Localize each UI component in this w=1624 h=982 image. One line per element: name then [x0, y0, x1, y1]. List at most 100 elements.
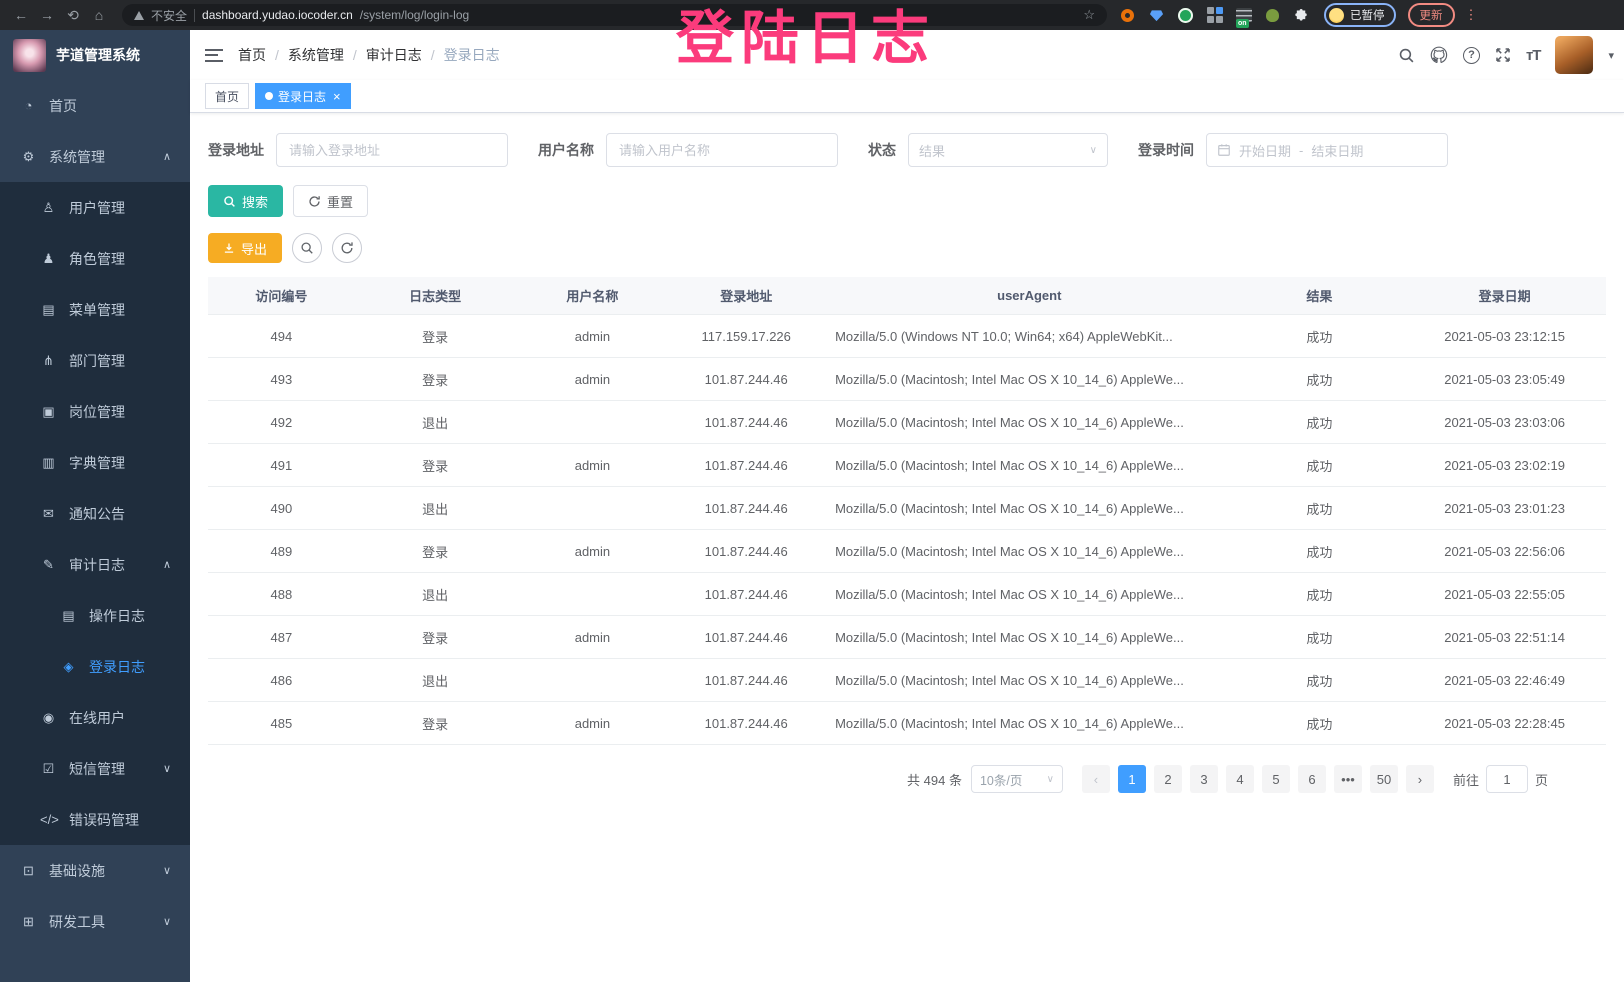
bookmark-star-icon[interactable]: ☆	[1083, 7, 1095, 23]
page-button-4[interactable]: 4	[1226, 765, 1254, 793]
dev-tools-icon: ⊞	[20, 914, 37, 930]
page-size-select[interactable]: 10条/页 ∨	[971, 765, 1063, 793]
sidebar-item-error-codes[interactable]: </>错误码管理	[0, 794, 190, 845]
sidebar-item-operation-log[interactable]: ▤操作日志	[0, 590, 190, 641]
reset-button[interactable]: 重置	[293, 185, 368, 217]
github-icon[interactable]	[1430, 46, 1448, 64]
sidebar-item-sms[interactable]: ☑短信管理∨	[0, 743, 190, 794]
table-row[interactable]: 490退出101.87.244.46Mozilla/5.0 (Macintosh…	[208, 487, 1606, 530]
column-header[interactable]: 登录日期	[1403, 286, 1606, 305]
browser-profile-chip[interactable]: 已暂停	[1324, 3, 1396, 27]
sidebar-item-menus[interactable]: ▤菜单管理	[0, 284, 190, 335]
close-icon[interactable]: ×	[333, 89, 341, 104]
search-icon	[223, 195, 236, 208]
sidebar-item-dicts[interactable]: ▥字典管理	[0, 437, 190, 488]
page-content: 登录地址 用户名称 状态 结果 ∨ 登录时间	[190, 113, 1624, 982]
font-size-icon[interactable]: тT	[1526, 47, 1541, 64]
column-header[interactable]: 登录地址	[669, 286, 823, 305]
table-row[interactable]: 486退出101.87.244.46Mozilla/5.0 (Macintosh…	[208, 659, 1606, 702]
table-cell: Mozilla/5.0 (Macintosh; Intel Mac OS X 1…	[823, 587, 1235, 602]
fullscreen-icon[interactable]	[1495, 47, 1511, 63]
caret-down-icon[interactable]: ▾	[1608, 49, 1614, 62]
sidebar-item-notices[interactable]: ✉通知公告	[0, 488, 190, 539]
breadcrumb-item[interactable]: 审计日志	[366, 45, 422, 65]
sidebar-toggle-icon[interactable]	[190, 45, 238, 65]
browser-back-icon[interactable]: ←	[10, 7, 32, 23]
column-header[interactable]: 日志类型	[355, 286, 516, 305]
table-cell: 退出	[355, 413, 516, 432]
export-button[interactable]: 导出	[208, 233, 282, 263]
extension-list-icon[interactable]: on	[1235, 7, 1252, 24]
table-cell: 成功	[1235, 456, 1403, 475]
table-cell: 493	[208, 372, 355, 387]
page-button-5[interactable]: 5	[1262, 765, 1290, 793]
username-input[interactable]	[606, 133, 838, 167]
page-button-3[interactable]: 3	[1190, 765, 1218, 793]
extension-grid-icon[interactable]	[1206, 7, 1223, 24]
goto-page-input[interactable]	[1486, 765, 1528, 793]
table-row[interactable]: 493登录admin101.87.244.46Mozilla/5.0 (Maci…	[208, 358, 1606, 401]
sidebar-item-login-log[interactable]: ◈登录日志	[0, 641, 190, 692]
sidebar-item-system[interactable]: ⚙系统管理∧	[0, 131, 190, 182]
status-select[interactable]: 结果 ∨	[908, 133, 1108, 167]
browser-menu-icon[interactable]: ⋮	[1465, 7, 1478, 23]
tab-home[interactable]: 首页	[205, 83, 249, 109]
browser-update-button[interactable]: 更新	[1408, 3, 1455, 27]
prev-page-button[interactable]: ‹	[1082, 765, 1110, 793]
sidebar-item-dev-tools[interactable]: ⊞研发工具∨	[0, 896, 190, 947]
search-icon[interactable]	[1398, 47, 1415, 64]
table-row[interactable]: 487登录admin101.87.244.46Mozilla/5.0 (Maci…	[208, 616, 1606, 659]
table-row[interactable]: 488退出101.87.244.46Mozilla/5.0 (Macintosh…	[208, 573, 1606, 616]
page-button-2[interactable]: 2	[1154, 765, 1182, 793]
browser-forward-icon[interactable]: →	[36, 7, 58, 23]
search-button[interactable]: 搜索	[208, 185, 283, 217]
browser-home-icon[interactable]: ⌂	[88, 7, 110, 23]
next-page-button[interactable]: ›	[1406, 765, 1434, 793]
help-icon[interactable]: ?	[1463, 47, 1480, 64]
extension-green-icon[interactable]	[1177, 7, 1194, 24]
login-time-label: 登录时间	[1138, 140, 1194, 160]
tab-login-log[interactable]: 登录日志×	[255, 83, 351, 109]
sidebar-item-label: 研发工具	[49, 912, 105, 932]
column-header[interactable]: userAgent	[823, 288, 1235, 303]
user-avatar[interactable]	[1555, 36, 1593, 74]
extension-orange-icon[interactable]	[1119, 7, 1136, 24]
hide-search-button[interactable]	[292, 233, 322, 263]
address-bar[interactable]: 不安全 dashboard.yudao.iocoder.cn /system/l…	[122, 4, 1107, 26]
breadcrumb-item[interactable]: 首页	[238, 45, 266, 65]
breadcrumb-item[interactable]: 系统管理	[288, 45, 344, 65]
extensions-puzzle-icon[interactable]	[1293, 7, 1310, 24]
table-cell: 117.159.17.226	[669, 329, 823, 344]
sidebar-item-audit-logs[interactable]: ✎审计日志∧	[0, 539, 190, 590]
sidebar-item-home[interactable]: ◔首页	[0, 80, 190, 131]
extension-gem-icon[interactable]	[1148, 7, 1165, 24]
sidebar-item-roles[interactable]: ♟角色管理	[0, 233, 190, 284]
more-pages-button[interactable]: •••	[1334, 765, 1362, 793]
column-header[interactable]: 结果	[1235, 286, 1403, 305]
posts-icon: ▣	[40, 404, 57, 420]
table-row[interactable]: 491登录admin101.87.244.46Mozilla/5.0 (Maci…	[208, 444, 1606, 487]
login-address-input[interactable]	[276, 133, 508, 167]
browser-reload-icon[interactable]: ⟲	[62, 7, 84, 24]
table-cell: 退出	[355, 585, 516, 604]
sidebar-item-posts[interactable]: ▣岗位管理	[0, 386, 190, 437]
sidebar-item-users[interactable]: ♙用户管理	[0, 182, 190, 233]
page-button-6[interactable]: 6	[1298, 765, 1326, 793]
sidebar-item-infrastructure[interactable]: ⊡基础设施∨	[0, 845, 190, 896]
sidebar-item-departments[interactable]: ⋔部门管理	[0, 335, 190, 386]
extension-bug-icon[interactable]	[1264, 7, 1281, 24]
table-row[interactable]: 492退出101.87.244.46Mozilla/5.0 (Macintosh…	[208, 401, 1606, 444]
date-range-picker[interactable]: 开始日期 - 结束日期	[1206, 133, 1448, 167]
page-button-1[interactable]: 1	[1118, 765, 1146, 793]
table-row[interactable]: 489登录admin101.87.244.46Mozilla/5.0 (Maci…	[208, 530, 1606, 573]
column-header[interactable]: 访问编号	[208, 286, 355, 305]
table-row[interactable]: 485登录admin101.87.244.46Mozilla/5.0 (Maci…	[208, 702, 1606, 745]
table-row[interactable]: 494登录admin117.159.17.226Mozilla/5.0 (Win…	[208, 315, 1606, 358]
security-label: 不安全	[151, 7, 187, 24]
app-logo-area[interactable]: 芋道管理系统	[0, 30, 190, 80]
sidebar-item-label: 用户管理	[69, 198, 125, 218]
sidebar-item-online-users[interactable]: ◉在线用户	[0, 692, 190, 743]
column-header[interactable]: 用户名称	[516, 286, 670, 305]
refresh-table-button[interactable]	[332, 233, 362, 263]
page-button-50[interactable]: 50	[1370, 765, 1398, 793]
